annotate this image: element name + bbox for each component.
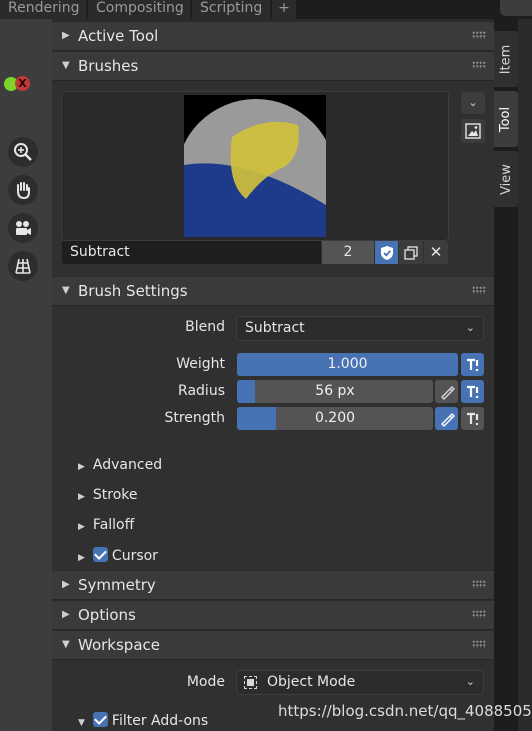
panel-brushes[interactable]: ▼ Brushes: [52, 52, 494, 81]
subpanel-falloff[interactable]: ▶ Falloff: [78, 517, 134, 533]
fake-user-shield-icon[interactable]: [375, 241, 398, 264]
subpanel-cursor[interactable]: ▶ Cursor: [78, 547, 158, 564]
blend-value: Subtract: [245, 320, 305, 336]
tablet-pen-icon[interactable]: [435, 407, 458, 430]
drag-handle-icon[interactable]: [472, 580, 486, 588]
camera-icon[interactable]: [8, 213, 38, 243]
weight-value: 1.000: [327, 356, 368, 372]
tab-scripting[interactable]: Scripting: [192, 0, 270, 19]
watermark-text: https://blog.csdn.net/qq_40885056: [278, 702, 532, 720]
panel-symmetry[interactable]: ▶ Symmetry: [52, 571, 494, 600]
expand-arrow-icon: ▶: [62, 579, 70, 590]
header-toggle[interactable]: [500, 0, 532, 16]
tab-view[interactable]: View: [494, 151, 518, 207]
chevron-down-icon: ⌄: [465, 675, 475, 688]
tab-tool-label: Tool: [498, 106, 514, 132]
strength-label: Strength: [164, 410, 225, 426]
drag-handle-icon[interactable]: [472, 61, 486, 69]
zoom-icon[interactable]: [8, 137, 38, 167]
subpanel-label: Advanced: [92, 457, 163, 473]
mode-label: Mode: [186, 674, 225, 690]
brush-user-count[interactable]: 2: [322, 241, 374, 264]
tab-item[interactable]: Item: [494, 31, 518, 87]
panel-title: Options: [78, 606, 136, 624]
brush-name: Subtract: [70, 244, 130, 260]
add-workspace-button[interactable]: +: [272, 0, 296, 19]
expand-arrow-icon: ▶: [78, 492, 85, 502]
expand-arrow-icon: ▶: [78, 462, 85, 472]
subpanel-stroke[interactable]: ▶ Stroke: [78, 487, 138, 503]
subpanel-advanced[interactable]: ▶ Advanced: [78, 457, 162, 473]
object-mode-icon: [244, 676, 257, 689]
pressure-weight-icon[interactable]: [461, 353, 484, 376]
viewport-3d[interactable]: X: [0, 19, 52, 731]
filter-addons-label: Filter Add-ons: [111, 713, 209, 729]
blend-label: Blend: [185, 319, 225, 335]
radius-label: Radius: [178, 383, 225, 399]
brush-menu-chevron-icon[interactable]: ⌄: [461, 92, 485, 114]
radius-slider[interactable]: 56 px: [237, 380, 433, 403]
tab-item-label: Item: [498, 44, 514, 74]
expand-arrow-icon: ▶: [62, 609, 70, 620]
weight-slider[interactable]: 1.000: [237, 353, 458, 376]
panel-workspace[interactable]: ▼ Workspace: [52, 631, 494, 660]
mode-value: Object Mode: [267, 674, 356, 690]
panel-title: Brushes: [78, 57, 139, 75]
chevron-down-icon: ⌄: [465, 321, 475, 334]
pressure-strength-icon[interactable]: [461, 407, 484, 430]
expand-arrow-icon: ▶: [78, 553, 85, 563]
subpanel-label: Cursor: [111, 548, 158, 564]
panel-title: Workspace: [78, 636, 160, 654]
drag-handle-icon[interactable]: [472, 640, 486, 648]
tab-tool[interactable]: Tool: [494, 91, 518, 147]
collapse-arrow-icon: ▼: [62, 285, 70, 296]
tab-rendering[interactable]: Rendering: [0, 0, 86, 19]
adjacent-editor-edge: [518, 19, 532, 731]
panel-title: Active Tool: [78, 27, 159, 45]
radius-value: 56 px: [315, 383, 355, 399]
drag-handle-icon[interactable]: [472, 286, 486, 294]
subpanel-label: Falloff: [92, 517, 135, 533]
sidebar-tabs: Item Tool View: [494, 19, 532, 731]
brush-name-field[interactable]: Subtract: [62, 241, 321, 264]
cursor-checkbox[interactable]: [92, 547, 108, 562]
strength-value: 0.200: [314, 410, 356, 426]
brush-thumbnail[interactable]: [184, 95, 326, 237]
expand-arrow-icon: ▶: [62, 30, 70, 41]
tab-view-label: View: [498, 163, 514, 195]
subpanel-label: Stroke: [92, 487, 138, 503]
weight-label: Weight: [176, 356, 225, 372]
filter-addons-row[interactable]: ▼ Filter Add-ons: [78, 712, 208, 729]
unlink-close-icon[interactable]: ✕: [424, 241, 448, 264]
hand-icon[interactable]: [8, 175, 38, 205]
panel-brush-settings[interactable]: ▼ Brush Settings: [52, 277, 494, 306]
drag-handle-icon[interactable]: [472, 31, 486, 39]
mode-dropdown[interactable]: Object Mode ⌄: [236, 670, 484, 695]
custom-icon-image-icon[interactable]: [461, 119, 485, 143]
panel-active-tool[interactable]: ▶ Active Tool: [52, 22, 494, 51]
tablet-pen-icon[interactable]: [435, 380, 458, 403]
collapse-arrow-icon: ▼: [78, 718, 85, 728]
drag-handle-icon[interactable]: [472, 610, 486, 618]
workspace-tab-bar: Rendering Compositing Scripting +: [0, 0, 532, 19]
duplicate-icon[interactable]: [399, 241, 423, 264]
panel-options[interactable]: ▶ Options: [52, 601, 494, 630]
gizmo-x-axis-icon[interactable]: X: [15, 76, 30, 91]
collapse-arrow-icon: ▼: [62, 60, 70, 71]
pressure-radius-icon[interactable]: [461, 380, 484, 403]
panel-title: Brush Settings: [78, 282, 188, 300]
tab-compositing[interactable]: Compositing: [88, 0, 190, 19]
blend-dropdown[interactable]: Subtract ⌄: [236, 316, 484, 341]
panel-title: Symmetry: [78, 576, 156, 594]
filter-addons-checkbox[interactable]: [92, 712, 108, 727]
collapse-arrow-icon: ▼: [62, 639, 70, 650]
expand-arrow-icon: ▶: [78, 522, 85, 532]
strength-slider[interactable]: 0.200: [237, 407, 433, 430]
grid-icon[interactable]: [8, 251, 38, 281]
